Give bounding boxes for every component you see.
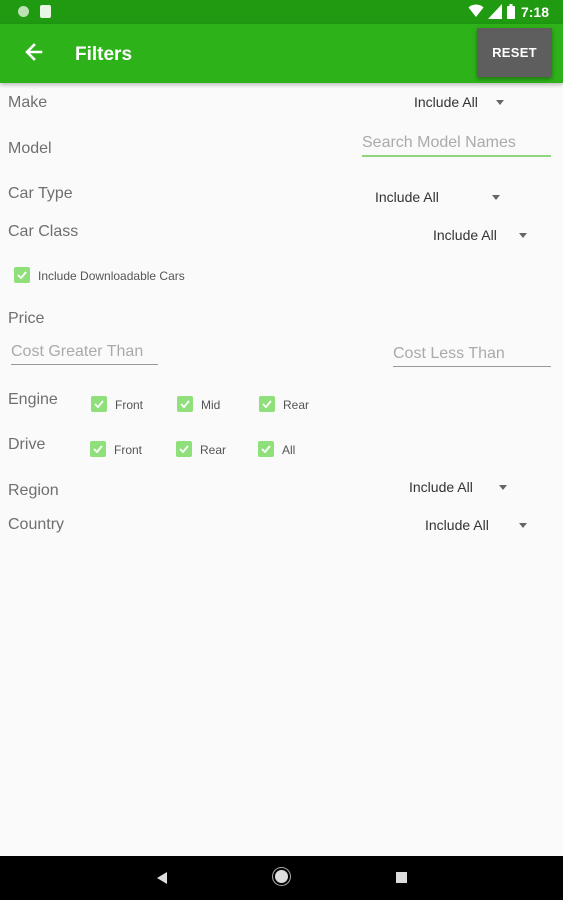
drive-front-label: Front [114, 443, 143, 457]
engine-front-checkbox[interactable] [91, 396, 107, 412]
engine-mid-checkbox[interactable] [177, 396, 193, 412]
signal-icon [488, 4, 502, 19]
drive-rear-label: Rear [200, 443, 227, 457]
make-dropdown[interactable]: Include All [414, 94, 504, 110]
page-title: Filters [75, 44, 133, 65]
car-type-dropdown[interactable]: Include All [375, 189, 500, 205]
country-label: Country [8, 516, 65, 533]
status-time: 7:18 [520, 4, 549, 20]
drive-all-checkbox[interactable] [258, 441, 274, 457]
back-button[interactable] [16, 34, 52, 70]
drive-all-label: All [282, 443, 296, 457]
chevron-down-icon [518, 522, 527, 528]
battery-icon [507, 4, 515, 19]
drive-front-checkbox[interactable] [90, 441, 106, 457]
cost-less-than-input[interactable]: Cost Less Than [393, 345, 551, 367]
check-icon [94, 400, 104, 409]
nav-recents-icon[interactable] [396, 872, 407, 883]
drive-label: Drive [8, 436, 46, 453]
chevron-down-icon [495, 99, 504, 105]
notification-icon [18, 6, 29, 17]
downloadable-label: Include Downloadable Cars [38, 269, 185, 283]
drive-rear-checkbox[interactable] [176, 441, 192, 457]
engine-mid-label: Mid [201, 398, 221, 412]
cost-greater-than-input[interactable]: Cost Greater Than [11, 343, 158, 365]
make-dropdown-value: Include All [414, 94, 478, 110]
car-class-dropdown[interactable]: Include All [433, 227, 527, 243]
car-class-dropdown-value: Include All [433, 227, 497, 243]
check-icon [262, 400, 272, 409]
car-class-label: Car Class [8, 223, 79, 240]
make-label: Make [8, 94, 48, 111]
country-dropdown-value: Include All [425, 517, 489, 533]
chevron-down-icon [518, 232, 527, 238]
engine-rear-checkbox[interactable] [259, 396, 275, 412]
engine-label: Engine [8, 391, 58, 408]
model-search-input[interactable]: Search Model Names [362, 134, 551, 157]
check-icon [180, 400, 190, 409]
price-label: Price [8, 310, 45, 327]
chevron-down-icon [491, 194, 500, 200]
sd-card-icon [40, 5, 51, 18]
reset-button[interactable]: RESET [477, 28, 552, 77]
wifi-icon [468, 4, 484, 17]
nav-back-icon[interactable] [157, 872, 167, 884]
downloadable-checkbox[interactable] [14, 267, 30, 283]
region-label: Region [8, 482, 59, 499]
status-bar: 7:18 [0, 0, 563, 24]
check-icon [17, 271, 27, 280]
car-type-dropdown-value: Include All [375, 189, 439, 205]
model-label: Model [8, 140, 52, 157]
engine-rear-label: Rear [283, 398, 310, 412]
region-dropdown-value: Include All [409, 479, 473, 495]
region-dropdown[interactable]: Include All [409, 479, 507, 495]
check-icon [93, 445, 103, 454]
arrow-left-icon [25, 43, 43, 61]
check-icon [261, 445, 271, 454]
engine-front-label: Front [115, 398, 144, 412]
nav-home-icon[interactable] [275, 870, 288, 883]
country-dropdown[interactable]: Include All [425, 517, 527, 533]
car-type-label: Car Type [8, 185, 73, 202]
check-icon [179, 445, 189, 454]
chevron-down-icon [498, 484, 507, 490]
